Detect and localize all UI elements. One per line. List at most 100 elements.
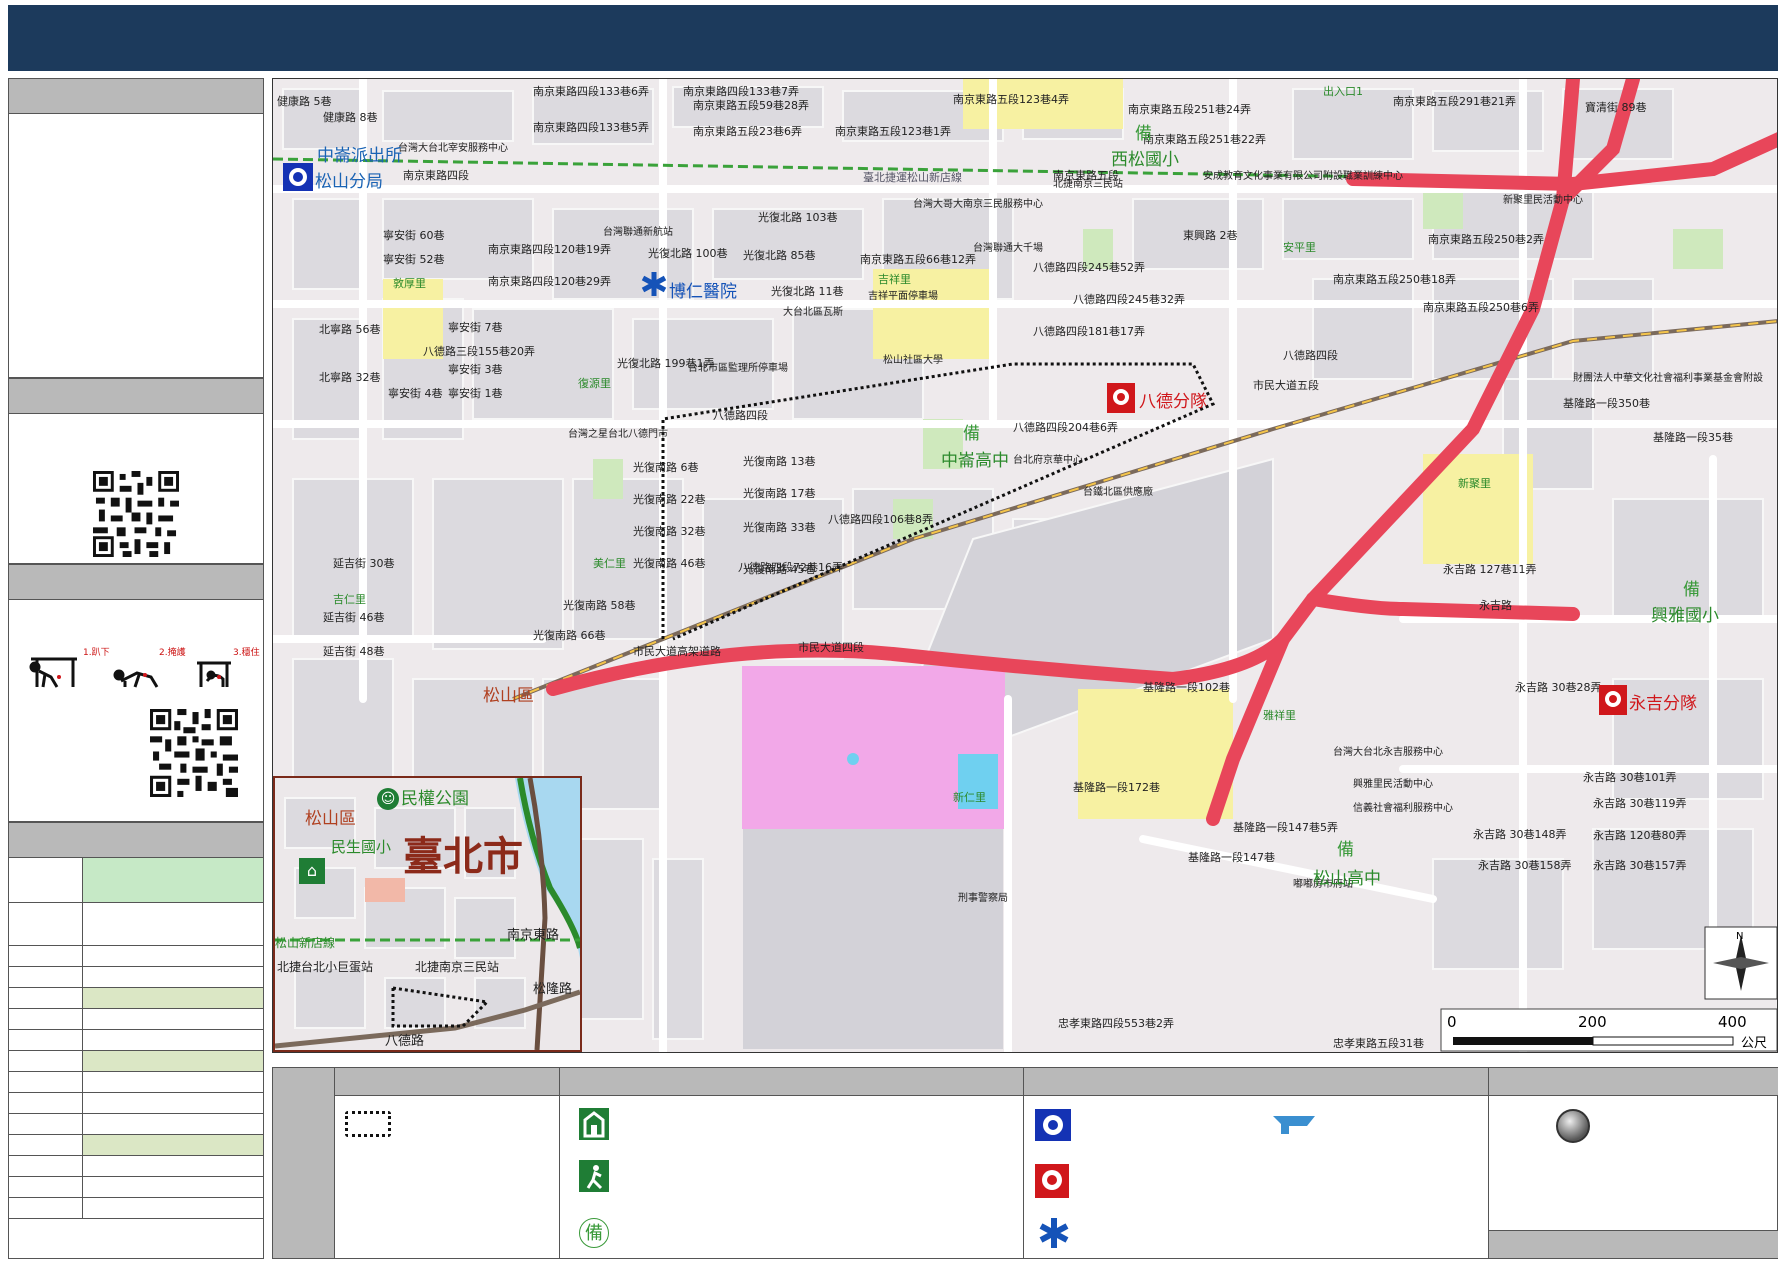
fire-station-icon	[1035, 1164, 1069, 1198]
street-label: 南京東路四段120巷19弄	[488, 243, 611, 256]
legend-side-header	[273, 1068, 335, 1258]
table-row	[8, 1071, 264, 1093]
street-label: 光復南路 33巷	[743, 521, 816, 534]
street-label: 光復北路 103巷	[758, 211, 838, 224]
title-banner	[8, 5, 1778, 71]
street-label: 永吉路 30巷148弄	[1473, 828, 1567, 841]
street-label: 延吉街 30巷	[333, 557, 395, 570]
scale-bar: 0 200 400 公尺	[1440, 1008, 1777, 1052]
songshan-high-label[interactable]: 松山高中	[1313, 864, 1381, 889]
qr-panel	[8, 378, 264, 564]
boundary-legend-icon	[345, 1111, 391, 1137]
fire-station-icon[interactable]	[1599, 685, 1627, 715]
street-label: 八德路四段	[713, 409, 768, 422]
place-label: 台灣大哥大南京三民服務中心	[913, 199, 1043, 210]
li-label: 安平里	[1283, 241, 1316, 254]
metro-line-label: 臺北捷運松山新店線	[863, 171, 962, 184]
street-label: 八德路四段181巷17弄	[1033, 325, 1145, 338]
info-panel-header	[9, 79, 263, 114]
medical-icon[interactable]	[641, 271, 667, 297]
street-label: 忠孝東路五段31巷	[1333, 1037, 1424, 1050]
street-label: 健康路 5巷	[277, 95, 332, 108]
street-label: 八德路三段155巷20弄	[423, 345, 535, 358]
data-table-header	[9, 823, 263, 858]
main-map[interactable]: N 0 200 400 公尺 南京東路四段133巷6弄 南京東路四段133巷7弄…	[272, 78, 1778, 1053]
street-label: 光復南路 32巷	[633, 525, 706, 538]
park-run-icon	[579, 1160, 609, 1192]
li-label: 敦厚里	[393, 277, 426, 290]
qr-code-icon[interactable]	[93, 471, 179, 557]
police-icon[interactable]	[283, 163, 313, 191]
place-label: 台北府京華中心	[1013, 455, 1083, 466]
street-label: 光復北路 85巷	[743, 249, 816, 262]
street-label: 健康路 8巷	[323, 111, 378, 124]
place-label: 安成教育文化事業有限公司附設職業訓練中心	[1203, 171, 1403, 182]
street-label: 基隆路一段350巷	[1563, 397, 1650, 410]
place-label: 台鐵北區供應廠	[1083, 487, 1153, 498]
street-label: 永吉路 30巷119弄	[1593, 797, 1687, 810]
inset-station-label: 北捷台北小巨蛋站	[277, 960, 374, 974]
park-run-icon: ☺	[380, 791, 396, 807]
street-label: 基隆路一段147巷5弄	[1233, 821, 1338, 834]
xisong-school-label[interactable]: 西松國小	[1111, 145, 1179, 170]
street-label: 永吉路 30巷101弄	[1583, 771, 1677, 784]
table-row	[8, 1008, 264, 1030]
place-label: 台灣之星台北八德門市	[568, 429, 668, 440]
street-label: 光復北路 100巷	[648, 247, 728, 260]
street-label: 永吉路 127巷11弄	[1443, 563, 1537, 576]
street-label: 永吉路	[1479, 599, 1512, 612]
fire-station-icon[interactable]	[1107, 383, 1135, 413]
bei-icon: 備	[1683, 580, 1700, 600]
street-label: 南京東路五段291巷21弄	[1393, 95, 1516, 108]
scale-tick-0: 0	[1447, 1013, 1457, 1031]
street-label: 八德路四段245巷52弄	[1033, 261, 1145, 274]
bei-icon: 備	[1337, 840, 1354, 860]
street-label: 東興路 2巷	[1183, 229, 1238, 242]
inset-line-label: 松山新店線	[275, 936, 336, 950]
table-row	[8, 966, 264, 988]
li-label: 雅祥里	[1263, 709, 1296, 722]
street-label: 永吉路 30巷28弄	[1515, 681, 1602, 694]
zhongzhai-police-label[interactable]: 中崙派出所	[317, 141, 402, 166]
place-label: 新聚里民活動中心	[1503, 195, 1583, 206]
street-label: 光復南路 58巷	[563, 599, 636, 612]
street-label: 光復南路 17巷	[743, 487, 816, 500]
table-row	[8, 945, 264, 967]
water-tower-icon	[1273, 1116, 1315, 1134]
place-label: 台灣聯通新航站	[603, 227, 673, 238]
table-row	[8, 1050, 264, 1072]
street-label: 永吉路 30巷158弄	[1478, 859, 1572, 872]
street-label: 寧安街 7巷	[448, 321, 503, 334]
instruction-panel-header	[9, 565, 263, 600]
street-label: 光復南路 46巷	[633, 557, 706, 570]
street-label: 市民大道高架道路	[633, 645, 721, 658]
street-label: 八德路四段106巷8弄	[828, 513, 933, 526]
table-row	[8, 987, 264, 1009]
zhonglun-high-label[interactable]: 中崙高中	[941, 446, 1009, 471]
place-label: 興雅里民活動中心	[1353, 779, 1433, 790]
street-label: 南京東路五段250巷18弄	[1333, 273, 1456, 286]
scale-tick-400: 400	[1718, 1013, 1747, 1031]
songshan-precinct-label[interactable]: 松山分局	[315, 167, 383, 192]
qr-code-icon[interactable]	[150, 709, 238, 797]
legend-header	[335, 1068, 1778, 1096]
north-label: N	[1736, 931, 1743, 942]
boren-hospital-label[interactable]: 博仁醫院	[669, 277, 737, 302]
inset-park-label: 民權公園	[401, 789, 469, 809]
place-label: 松山社區大學	[883, 355, 943, 366]
legend-panel: 備	[272, 1067, 1778, 1259]
table-row	[8, 1176, 264, 1198]
inset-map[interactable]: ⌂ ☺ 民權公園 松山區 民生國小 臺北市 北捷南京三民站 北捷台北小巨蛋站 南…	[273, 776, 582, 1052]
street-label: 光復南路 6巷	[633, 461, 699, 474]
drop-cover-hold-icons: 1.趴下 2.掩護 3.穩住	[29, 647, 260, 688]
xingya-school-label[interactable]: 興雅國小	[1651, 601, 1719, 626]
bei-icon: 備	[1135, 124, 1152, 144]
songshan-high-area	[1078, 689, 1233, 819]
place-label: 台灣大台北永吉服務中心	[1333, 747, 1443, 758]
place-label: 台灣大台北宰安服務中心	[398, 143, 508, 154]
bade-fire-label[interactable]: 八德分隊	[1139, 387, 1207, 412]
street-label: 市民大道四段	[798, 641, 864, 654]
yongji-fire-label[interactable]: 永吉分隊	[1629, 689, 1697, 714]
street-label: 南京東路五段250巷6弄	[1423, 301, 1539, 314]
district-label: 松山區	[483, 686, 534, 706]
